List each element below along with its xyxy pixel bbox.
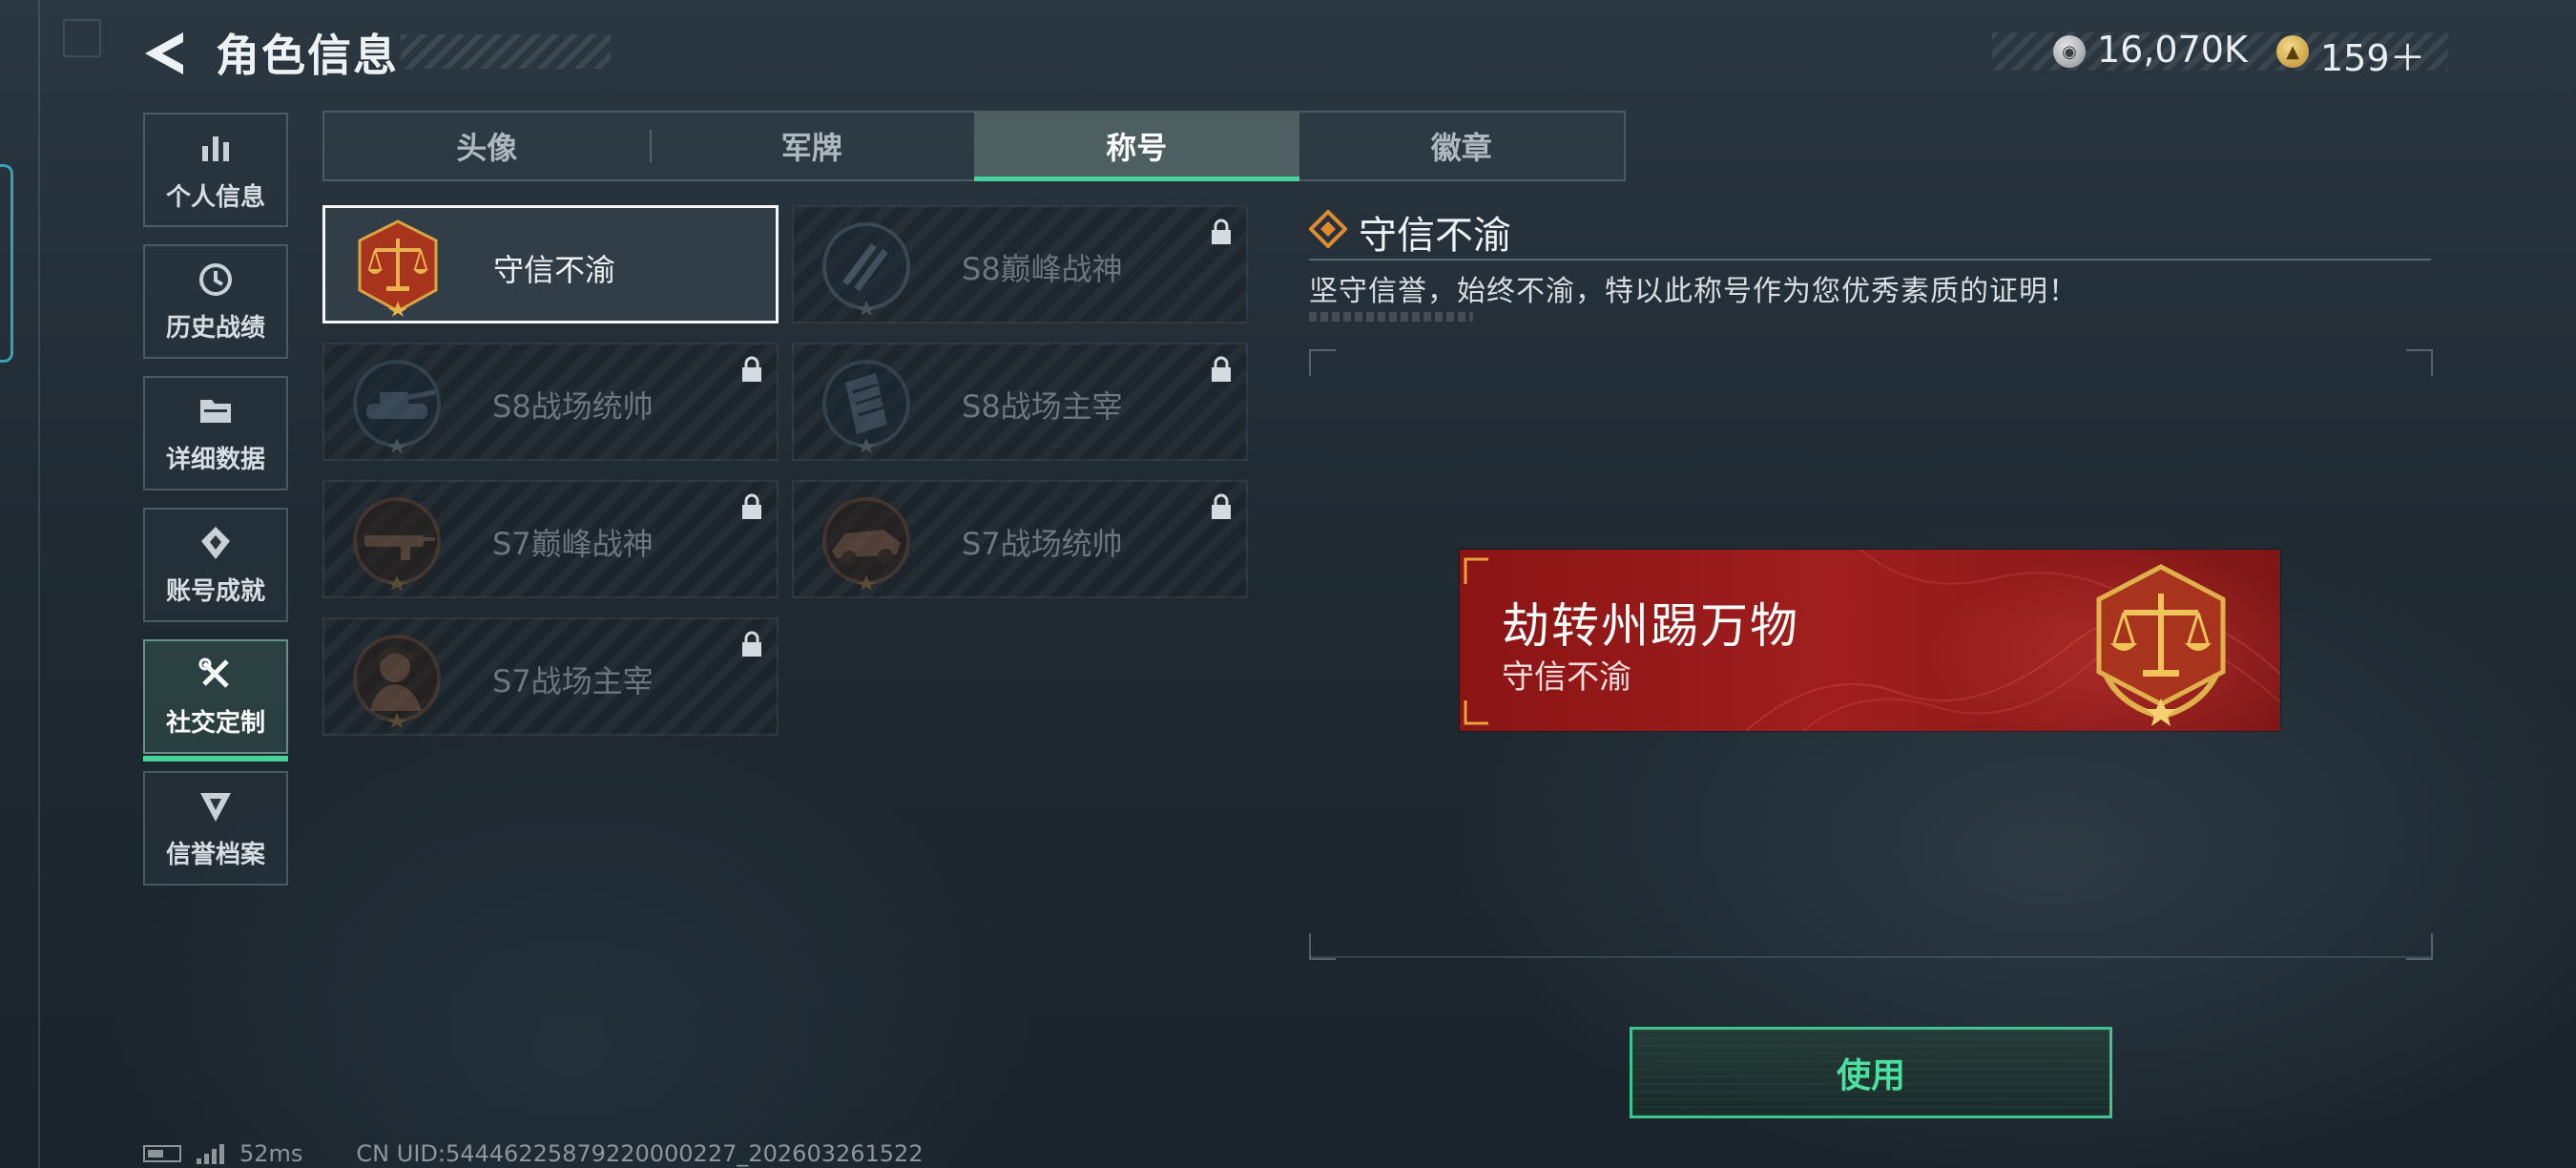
signal-icon xyxy=(197,1143,224,1164)
sidebar-item-reputation[interactable]: 信誉档案 xyxy=(143,771,288,886)
gold-token-icon: ▲ xyxy=(2276,35,2309,68)
sidebar-item-label: 详细数据 xyxy=(165,445,265,474)
vehicle-emblem-icon xyxy=(822,497,910,591)
coin-balance[interactable]: 16,070K xyxy=(2097,29,2248,71)
banner-title: 守信不渝 xyxy=(1502,658,1631,697)
title-card-s8-commander[interactable]: S8战场统帅 xyxy=(322,343,779,461)
title-card-s7-commander[interactable]: S7战场统帅 xyxy=(792,480,1248,598)
title-banner-preview: 劫转州踢万物 守信不渝 xyxy=(1460,550,2280,731)
lock-icon xyxy=(1212,493,1231,519)
detail-title: 守信不渝 xyxy=(1359,214,1511,258)
title-card-name: S8战场主宰 xyxy=(962,388,1123,425)
title-decoration xyxy=(401,34,611,69)
title-card-name: S8战场统帅 xyxy=(492,388,654,425)
history-clock-icon xyxy=(199,262,232,296)
sidebar-item-label: 社交定制 xyxy=(165,708,265,738)
title-card-name: S7巅峰战神 xyxy=(492,526,654,562)
tab-dogtag[interactable]: 军牌 xyxy=(649,113,975,179)
use-button[interactable]: 使用 xyxy=(1630,1027,2112,1118)
building-emblem-icon xyxy=(822,360,910,453)
tab-avatar[interactable]: 头像 xyxy=(324,113,650,179)
silver-coin-icon: ◉ xyxy=(2053,35,2086,68)
sidebar-item-personal-info[interactable]: 个人信息 xyxy=(143,113,288,227)
lock-icon xyxy=(1212,356,1231,382)
sidebar-item-label: 信誉档案 xyxy=(165,840,265,869)
sidebar-item-label: 账号成就 xyxy=(165,576,265,606)
rifle-emblem-icon xyxy=(353,497,441,591)
lock-icon xyxy=(742,356,761,382)
achievement-icon xyxy=(201,526,230,559)
hud-line xyxy=(38,0,40,1168)
bar-chart-icon xyxy=(202,136,229,161)
title-card-s7-dominator[interactable]: S7战场主宰 xyxy=(322,617,779,736)
title-card-keep-faith[interactable]: 守信不渝 xyxy=(322,205,779,323)
battery-icon xyxy=(143,1145,181,1162)
detail-description: 坚守信誉，始终不渝，特以此称号作为您优秀素质的证明！ xyxy=(1309,275,2078,308)
sidebar-item-social-custom[interactable]: 社交定制 xyxy=(143,639,288,761)
scales-emblem-icon xyxy=(2096,564,2226,726)
divider xyxy=(1309,259,2431,261)
title-diamond-icon xyxy=(1309,210,1347,248)
lock-icon xyxy=(742,493,761,519)
folder-icon xyxy=(200,399,231,423)
description-decoration xyxy=(1309,312,1473,322)
title-card-s7-peak[interactable]: S7巅峰战神 xyxy=(322,480,779,598)
title-card-name: S7战场统帅 xyxy=(962,526,1123,562)
sidebar-item-label: 个人信息 xyxy=(165,182,265,212)
tab-title[interactable]: 称号 xyxy=(974,113,1299,181)
token-balance[interactable]: 159＋ xyxy=(2320,29,2426,81)
sidebar-item-detailed-data[interactable]: 详细数据 xyxy=(143,376,288,490)
banner-player-name: 劫转州踢万物 xyxy=(1502,598,1799,654)
sidebar-item-label: 历史战绩 xyxy=(165,313,265,343)
uid-text: CN UID:54446225879220000227_202603261522 xyxy=(356,1140,924,1167)
reputation-icon xyxy=(200,792,231,822)
page-title: 角色信息 xyxy=(216,30,399,81)
back-button[interactable] xyxy=(141,29,189,78)
title-card-s8-dominator[interactable]: S8战场主宰 xyxy=(792,343,1248,461)
tab-badge[interactable]: 徽章 xyxy=(1299,113,1625,179)
title-card-name: S7战场主宰 xyxy=(492,663,654,699)
scales-emblem-icon xyxy=(358,219,438,317)
tools-icon xyxy=(198,657,229,688)
s8-peak-emblem-icon xyxy=(822,222,910,316)
sidebar-item-history[interactable]: 历史战绩 xyxy=(143,244,288,359)
tank-emblem-icon xyxy=(353,360,441,453)
title-card-s8-peak[interactable]: S8巅峰战神 xyxy=(792,205,1248,323)
title-card-name: S8巅峰战神 xyxy=(962,251,1123,287)
lock-icon xyxy=(742,631,761,657)
lock-icon xyxy=(1212,219,1231,244)
side-edge-handle[interactable] xyxy=(0,164,13,363)
ping-text: 52ms xyxy=(239,1140,303,1167)
tab-bar: 头像 军牌 称号 徽章 xyxy=(322,111,1626,181)
hud-square xyxy=(63,19,101,57)
sidebar-item-achievements[interactable]: 账号成就 xyxy=(143,508,288,622)
title-card-name: 守信不渝 xyxy=(493,252,616,288)
soldier-emblem-icon xyxy=(353,635,441,728)
status-bar: 52ms CN UID:54446225879220000227_2026032… xyxy=(143,1139,924,1168)
